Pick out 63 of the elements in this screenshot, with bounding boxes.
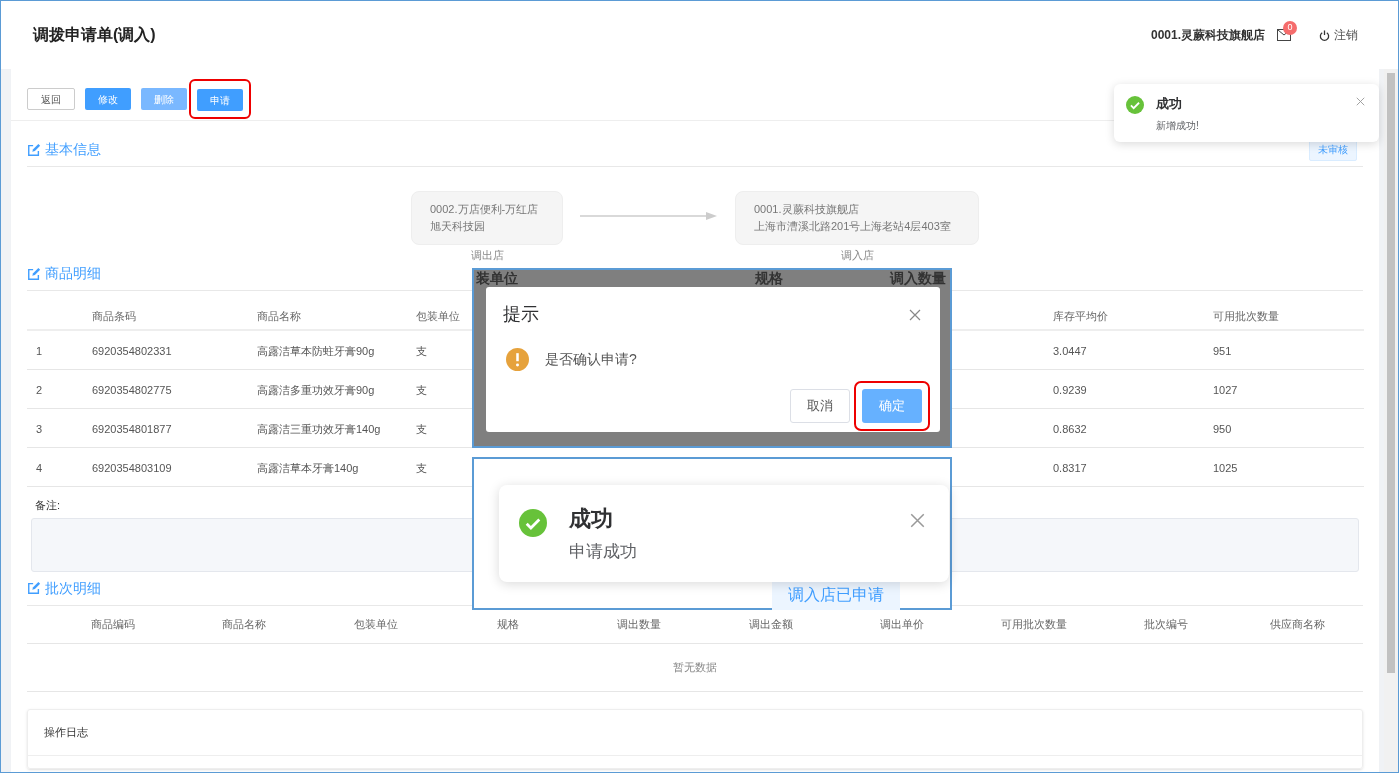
- table-cell-text: 高露洁草本防蛀牙膏90g: [257, 344, 375, 359]
- column-header: 包装单位: [353, 616, 399, 632]
- table-cell-text: 1025: [1213, 461, 1238, 476]
- table-cell-text: 3.0447: [1053, 344, 1087, 359]
- column-header: 库存平均价: [1053, 309, 1108, 324]
- store-address: 旭天科技园: [430, 219, 486, 234]
- dialog-title: 提示: [503, 303, 539, 326]
- column-header: 调入数量: [890, 270, 947, 286]
- column-header: 商品名称: [257, 309, 301, 324]
- column-header: 规格: [754, 270, 783, 286]
- page-title: 调拨申请单(调入): [33, 25, 156, 45]
- column-header: 可用批次数量: [1213, 309, 1279, 324]
- column-header: 商品编码: [89, 616, 136, 632]
- toast-message: 新增成功!: [1156, 118, 1200, 133]
- table-cell-text: 支: [416, 422, 427, 437]
- store-caption: 调出店: [470, 249, 504, 261]
- section-heading: 批次明细: [45, 578, 101, 598]
- table-cell-text: 3: [36, 422, 43, 437]
- table-cell-text: 6920354802775: [92, 383, 172, 398]
- column-header: 调出单价: [879, 616, 926, 632]
- notification-badge: 0: [1283, 21, 1297, 35]
- store-name: 0002.万店便利-万红店: [430, 202, 540, 217]
- column-header: 包装单位: [416, 309, 460, 324]
- column-header: 规格: [495, 616, 520, 632]
- table-cell-text: 1: [36, 344, 43, 359]
- column-header: 装单位: [476, 270, 518, 286]
- table-cell-text: 支: [416, 383, 427, 398]
- column-header: 批次编号: [1142, 616, 1189, 632]
- column-header: 商品名称: [221, 616, 268, 632]
- notification-message: 申请成功: [569, 541, 638, 563]
- table-cell-text: 支: [416, 344, 427, 359]
- column-header: 供应商名称: [1268, 616, 1326, 632]
- table-cell-text: 1027: [1213, 383, 1238, 398]
- column-header: 商品条码: [92, 309, 136, 324]
- dialog-message: 是否确认申请?: [545, 350, 637, 369]
- panel-title: 操作日志: [44, 724, 88, 740]
- section-heading: 基本信息: [45, 140, 101, 159]
- table-cell-text: 6920354801877: [92, 422, 172, 437]
- section-heading: 商品明细: [45, 264, 101, 283]
- table-cell-text: 4: [36, 461, 43, 476]
- empty-message: 暂无数据: [673, 659, 717, 675]
- table-cell-text: 951: [1213, 344, 1232, 359]
- remark-label: 备注:: [35, 498, 62, 513]
- store-name: 0001.灵蕨科技旗舰店: [754, 202, 860, 217]
- store-address: 上海市漕溪北路201号上海老站4层403室: [754, 219, 952, 234]
- table-cell-text: 高露洁草本牙膏140g: [257, 461, 359, 476]
- table-cell-text: 0.8632: [1053, 422, 1087, 437]
- toast-title: 成功: [1156, 95, 1183, 113]
- table-cell-text: 0.8317: [1053, 461, 1087, 476]
- table-cell-text: 高露洁三重功效牙膏140g: [257, 422, 381, 437]
- table-cell-text: 支: [416, 461, 427, 476]
- table-cell-text: 0.9239: [1053, 383, 1087, 398]
- column-header: 可用批次数量: [1000, 616, 1068, 632]
- table-cell-text: 6920354803109: [92, 461, 172, 476]
- store-name: 0001.灵蕨科技旗舰店: [1150, 27, 1265, 44]
- column-header: 调出数量: [616, 616, 663, 632]
- column-header: 调出金额: [747, 616, 794, 632]
- table-cell-text: 高露洁多重功效牙膏90g: [257, 383, 375, 398]
- store-caption: 调入店: [840, 249, 874, 261]
- table-cell-text: 950: [1213, 422, 1232, 437]
- notification-title: 成功: [569, 505, 614, 533]
- table-cell-text: 2: [36, 383, 43, 398]
- table-cell-text: 6920354802331: [92, 344, 172, 359]
